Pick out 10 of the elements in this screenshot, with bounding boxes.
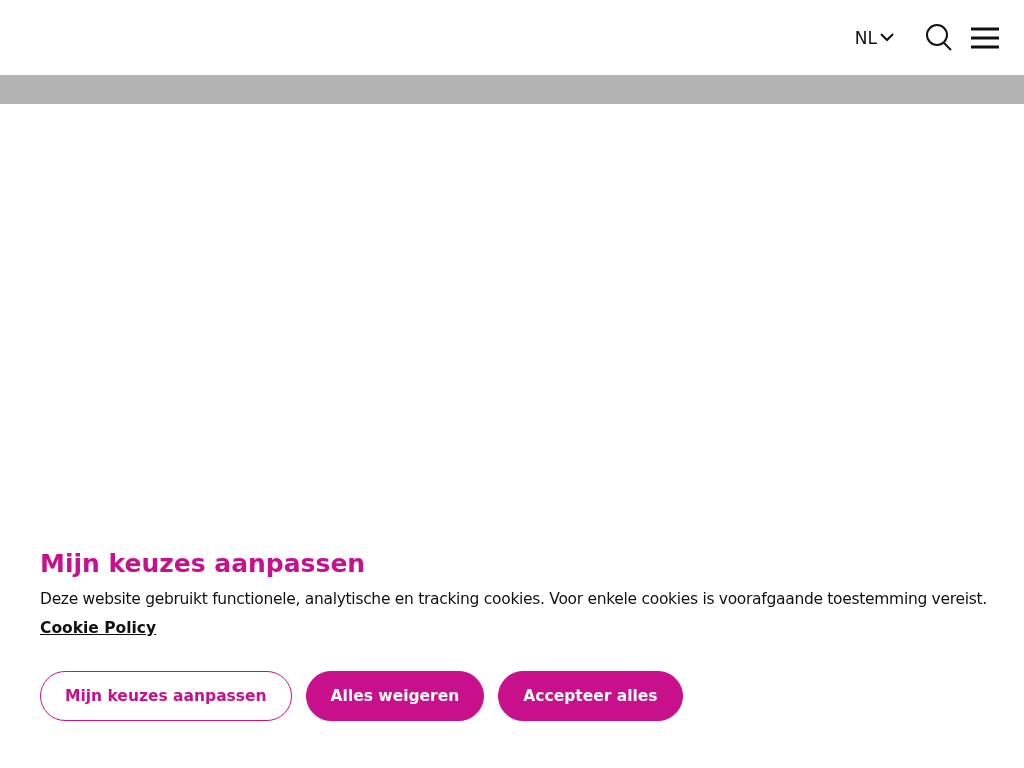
consent-button[interactable]: Mijn keuzes aanpassen (40, 671, 292, 721)
banner-title: Mijn keuzes aanpassen (40, 549, 367, 578)
menu-icon[interactable] (971, 26, 999, 49)
consent-button[interactable]: Alles weigeren (305, 671, 485, 721)
language-selector[interactable]: NL (854, 27, 894, 48)
consent-button[interactable]: Accepteer alles (498, 671, 683, 721)
banner-text: Deze website gebruikt functionele, analytische en tracking cookies. Voor enkele cookies is voorafgaande toestemming vereist. (40, 590, 984, 608)
cookie-policy-link[interactable]: Cookie Policy (40, 619, 157, 637)
search-icon[interactable] (926, 24, 952, 51)
chevron-down-icon (880, 33, 894, 42)
